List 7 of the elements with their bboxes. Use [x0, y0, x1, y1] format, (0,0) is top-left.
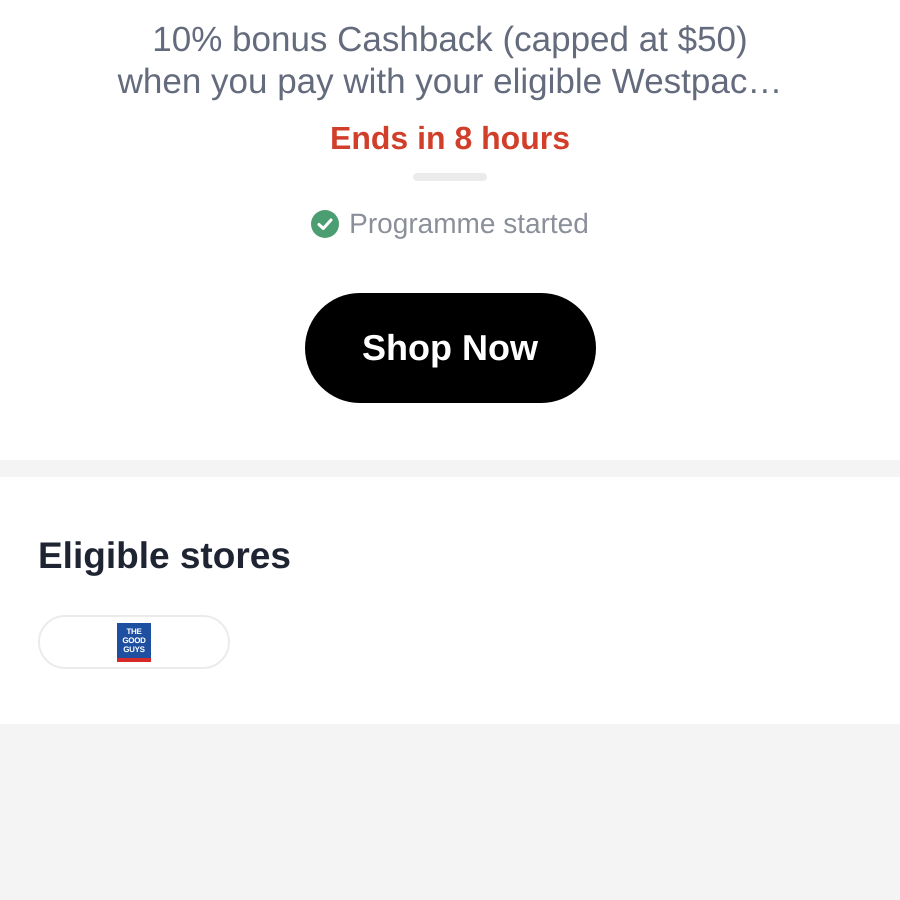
section-title: Eligible stores	[38, 535, 292, 577]
countdown-text: Ends in 8 hours	[330, 120, 570, 156]
shop-now-button[interactable]: Shop Now	[304, 293, 596, 403]
store-logo: THE GOOD GUYS	[117, 622, 151, 662]
status-text: Programme started	[349, 208, 589, 240]
offer-description: 10% bonus Cashback (capped at $50) when you pay with your eligible Westpac…	[118, 19, 782, 103]
store-chip[interactable]: THE GOOD GUYS	[38, 615, 230, 669]
